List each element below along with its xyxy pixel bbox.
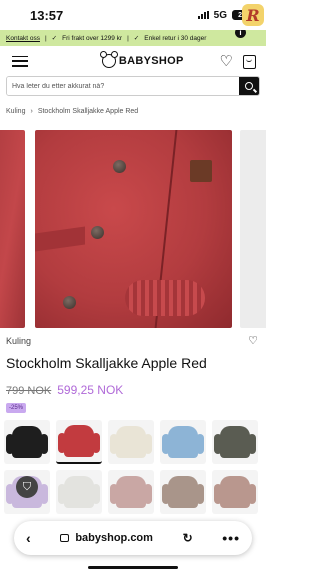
jacket-thumbnail	[58, 476, 100, 508]
product-gallery[interactable]	[0, 130, 266, 328]
snap-button	[63, 296, 76, 309]
price-row: 799 NOK 599,25 NOK	[6, 383, 123, 397]
network-type: 5G	[213, 9, 227, 21]
color-swatch[interactable]	[56, 470, 102, 514]
check-icon: ✓	[133, 35, 140, 42]
jacket-thumbnail	[214, 426, 256, 458]
snap-button	[91, 226, 104, 239]
label-patch	[190, 160, 212, 182]
bear-icon	[99, 51, 118, 68]
check-icon: ✓	[51, 35, 58, 42]
jacket-thumbnail	[6, 426, 48, 458]
back-icon[interactable]: ‹	[26, 530, 31, 546]
breadcrumb-item-product[interactable]: Stockholm Skalljakke Apple Red	[38, 108, 138, 115]
home-indicator	[88, 566, 178, 569]
product-title: Stockholm Skalljakke Apple Red	[6, 355, 207, 371]
color-swatch[interactable]	[212, 420, 258, 464]
app-logo-icon[interactable]: R	[242, 4, 264, 26]
color-swatch[interactable]	[160, 420, 206, 464]
color-swatch[interactable]	[56, 420, 102, 464]
search-icon	[245, 82, 253, 90]
promo-returns: Enkel retur i 30 dager	[144, 34, 207, 42]
site-header: BABYSHOP ♡	[0, 46, 266, 76]
search-input[interactable]	[7, 77, 239, 95]
tabs-icon[interactable]	[60, 534, 70, 542]
product-image-next[interactable]	[240, 130, 266, 328]
site-logo[interactable]: BABYSHOP	[99, 51, 184, 68]
color-variants: ⛉	[4, 420, 264, 514]
cart-icon[interactable]	[242, 55, 256, 69]
jacket-thumbnail	[58, 425, 100, 457]
promo-contact-link[interactable]: Kontakt oss	[6, 35, 40, 42]
browser-toolbar: ‹ babyshop.com ↻ •••	[14, 521, 252, 555]
breadcrumb-item-brand[interactable]: Kuling	[6, 108, 25, 115]
brand-link[interactable]: Kuling	[6, 336, 31, 346]
more-icon[interactable]: •••	[222, 530, 240, 546]
menu-icon[interactable]	[12, 55, 28, 67]
jacket-thumbnail	[162, 476, 204, 508]
wishlist-icon[interactable]: ♡	[220, 52, 233, 70]
brand-name: BABYSHOP	[118, 55, 184, 67]
jacket-thumbnail	[110, 476, 152, 508]
promo-bar: Kontakt oss | ✓ Fri frakt over 1299 kr |…	[0, 30, 266, 46]
color-swatch[interactable]	[212, 470, 258, 514]
jacket-thumbnail	[214, 476, 256, 508]
sale-price: 599,25 NOK	[57, 383, 124, 397]
chevron-right-icon: ›	[30, 108, 33, 115]
color-swatch[interactable]	[108, 470, 154, 514]
address-bar[interactable]: babyshop.com	[60, 532, 153, 544]
search-button[interactable]	[239, 77, 259, 95]
reload-icon[interactable]: ↻	[183, 531, 193, 545]
original-price: 799 NOK	[6, 385, 52, 397]
header-actions: ♡	[220, 52, 256, 70]
promo-separator: |	[44, 34, 47, 42]
brand-row: Kuling ♡	[6, 334, 258, 347]
elastic-cuff	[125, 280, 205, 316]
jacket-thumbnail	[110, 426, 152, 458]
breadcrumb: Kuling › Stockholm Skalljakke Apple Red	[0, 96, 266, 118]
status-bar: 13:57 5G 23	[0, 0, 266, 30]
jacket-thumbnail	[162, 426, 204, 458]
search-bar	[6, 76, 260, 96]
shield-icon: ⛉	[16, 476, 38, 498]
snap-button	[113, 160, 126, 173]
pocket-flap	[35, 226, 85, 252]
product-image-prev[interactable]	[0, 130, 25, 328]
color-swatch[interactable]	[160, 470, 206, 514]
heart-icon[interactable]: ♡	[248, 334, 258, 347]
color-swatch[interactable]: ⛉	[4, 470, 50, 514]
promo-shipping: Fri frakt over 1299 kr	[62, 34, 123, 42]
discount-badge: -25%	[6, 403, 27, 413]
info-icon[interactable]: i	[235, 30, 246, 38]
url-text[interactable]: babyshop.com	[75, 532, 153, 544]
product-image-main[interactable]	[35, 130, 232, 328]
color-swatch[interactable]	[108, 420, 154, 464]
color-swatch[interactable]	[4, 420, 50, 464]
status-time: 13:57	[30, 7, 64, 23]
signal-icon	[197, 11, 209, 19]
promo-separator: |	[127, 34, 129, 42]
